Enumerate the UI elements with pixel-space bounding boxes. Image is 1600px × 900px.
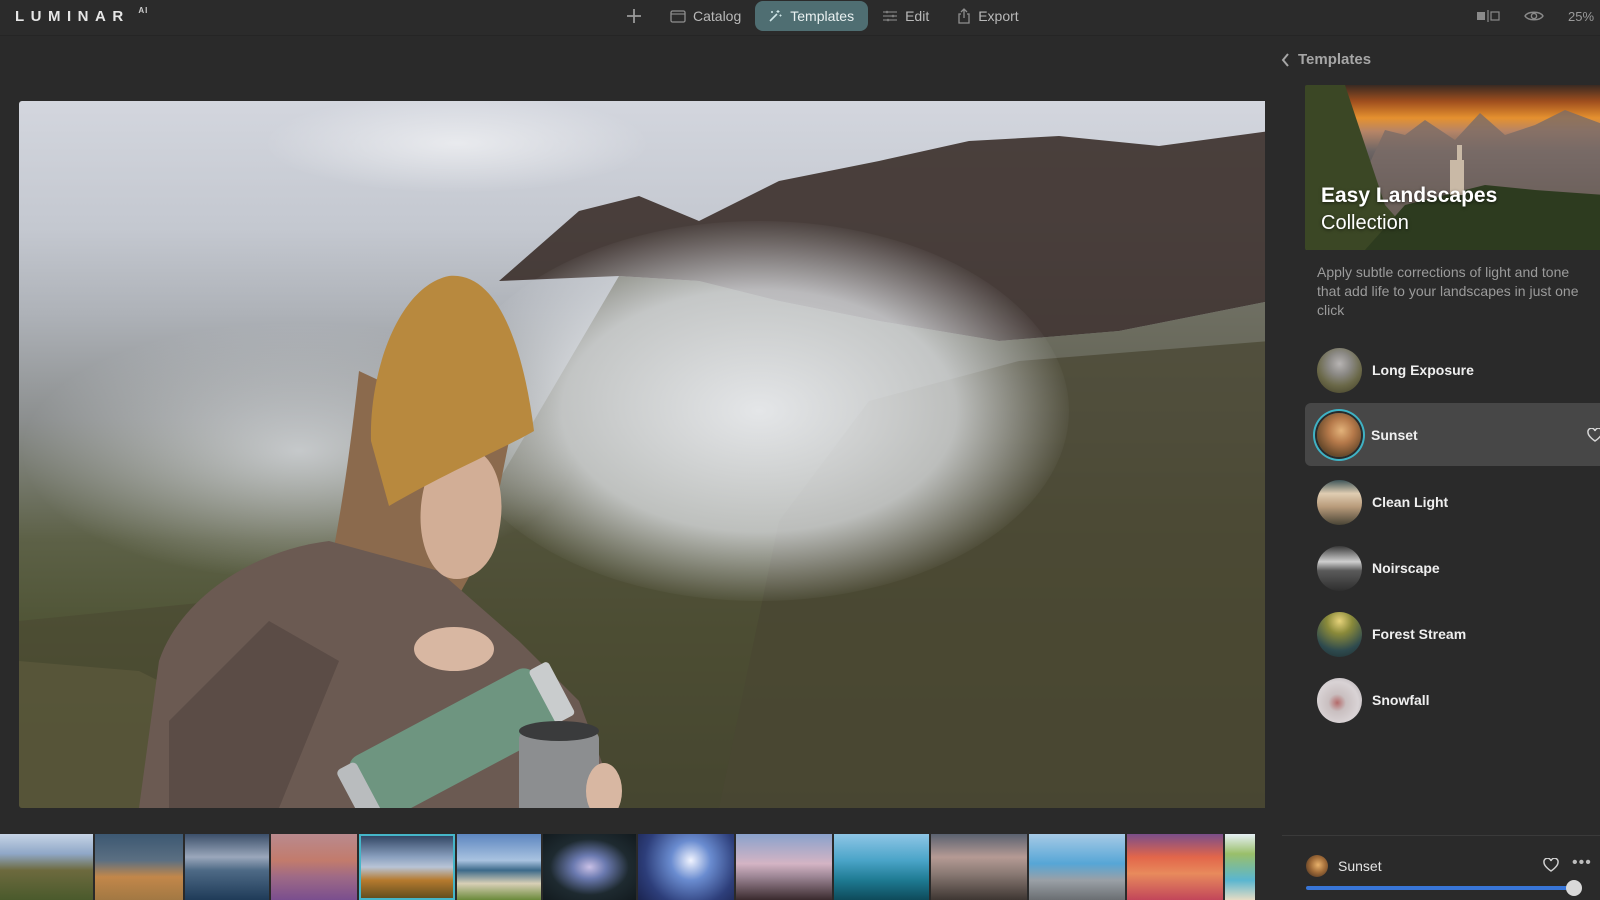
tab-templates[interactable]: Templates [755,1,869,31]
filmstrip-thumbnail[interactable] [1127,834,1223,900]
template-thumbnail [1317,479,1362,525]
panel-divider [1282,835,1600,836]
template-name: Long Exposure [1372,362,1474,378]
description-line: click [1317,302,1345,318]
template-thumbnail [1317,545,1362,591]
filmstrip-thumbnail[interactable] [0,834,93,900]
collection-description: Apply subtle corrections of light and to… [1317,263,1600,320]
template-thumbnail [1317,347,1362,393]
description-line: Apply subtle corrections of light and to… [1317,264,1570,280]
template-amount-slider-handle[interactable] [1566,880,1582,896]
more-options-button[interactable]: ••• [1572,855,1592,871]
template-thumbnail [1317,611,1362,657]
filmstrip [0,834,1262,900]
filmstrip-thumbnail[interactable] [1225,834,1255,900]
back-to-templates-button[interactable]: Templates [1281,51,1371,68]
filmstrip-thumbnail[interactable] [271,834,357,900]
main-nav: Catalog Templates Edit Export [620,0,1033,32]
filmstrip-thumbnail[interactable] [834,834,929,900]
tab-export-label: Export [978,8,1019,24]
app-logo: LUMINAR AI [15,6,149,25]
filmstrip-thumbnail[interactable] [185,834,269,900]
template-item-noirscape[interactable]: Noirscape [1305,535,1600,601]
image-canvas [0,37,1270,817]
collection-title: Easy Landscapes [1321,184,1498,207]
tab-templates-label: Templates [790,8,855,24]
templates-panel: Templates Easy Landscapes Collection App… [1265,37,1600,900]
view-controls: 25% [1476,0,1600,32]
collection-subtitle: Collection [1321,212,1409,234]
share-icon [958,8,970,24]
back-label: Templates [1298,51,1372,68]
tab-edit[interactable]: Edit [868,1,943,31]
filmstrip-thumbnail-selected[interactable] [359,834,455,900]
template-item-snowfall[interactable]: Snowfall [1305,667,1600,733]
favorite-heart-icon[interactable] [1587,427,1600,442]
tab-edit-label: Edit [905,8,930,24]
template-item-sunset[interactable]: Sunset [1305,403,1600,466]
folder-icon [670,10,686,23]
magic-wand-icon [769,10,782,22]
applied-template-thumbnail [1306,855,1328,877]
template-item-long-exposure[interactable]: Long Exposure [1305,337,1600,403]
template-item-forest-stream[interactable]: Forest Stream [1305,601,1600,667]
template-name: Noirscape [1372,560,1440,576]
filmstrip-thumbnail[interactable] [1029,834,1125,900]
zoom-level[interactable]: 25% [1568,9,1600,24]
template-name: Forest Stream [1372,626,1467,642]
tab-catalog-label: Catalog [693,8,742,24]
template-thumbnail [1317,677,1362,723]
template-amount-slider[interactable] [1306,886,1574,890]
filmstrip-thumbnail[interactable] [457,834,541,900]
subject-layer [139,275,622,808]
tab-export[interactable]: Export [943,1,1032,31]
chevron-left-icon [1281,52,1289,67]
filmstrip-thumbnail[interactable] [543,834,636,900]
description-line: that add life to your landscapes in just… [1317,283,1579,299]
eye-icon[interactable] [1524,10,1544,22]
template-thumbnail [1317,412,1361,457]
add-photos-button[interactable] [620,2,648,30]
tab-catalog[interactable]: Catalog [656,1,755,31]
top-bar: LUMINAR AI Catalog Templates Edit Export… [0,0,1600,36]
plus-icon [627,9,641,23]
filmstrip-thumbnail[interactable] [95,834,183,900]
filmstrip-thumbnail[interactable] [736,834,832,900]
applied-template-name: Sunset [1338,858,1382,874]
template-name: Snowfall [1372,692,1430,708]
logo-suffix: AI [138,6,149,15]
template-item-clean-light[interactable]: Clean Light [1305,469,1600,535]
favorite-heart-icon[interactable] [1543,858,1559,872]
main-photo[interactable] [19,101,1270,808]
compare-icon[interactable] [1476,10,1500,22]
sliders-icon [883,10,898,22]
filmstrip-thumbnail[interactable] [931,834,1027,900]
template-list: Long Exposure Sunset Clean Light Noirsca… [1305,337,1600,733]
logo-text: LUMINAR [15,8,130,25]
applied-template: Sunset [1306,855,1382,877]
collection-hero-banner: Easy Landscapes Collection [1305,85,1600,250]
template-name: Sunset [1371,426,1418,443]
template-name: Clean Light [1372,494,1449,510]
filmstrip-thumbnail[interactable] [638,834,734,900]
